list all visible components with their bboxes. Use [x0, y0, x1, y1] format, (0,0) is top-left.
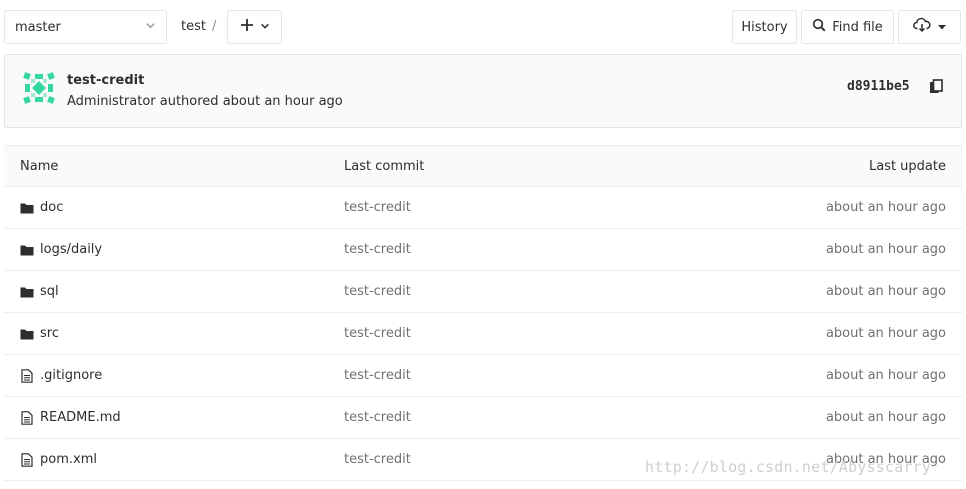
file-name-label: .gitignore	[40, 368, 103, 383]
table-row: doc test-credit about an hour ago	[4, 187, 962, 229]
caret-down-icon	[937, 20, 947, 35]
history-button[interactable]: History	[732, 10, 797, 44]
find-file-button[interactable]: Find file	[801, 10, 894, 44]
chevron-down-icon	[260, 20, 270, 35]
cloud-download-icon	[912, 17, 931, 37]
folder-icon	[20, 201, 34, 215]
avatar[interactable]	[22, 71, 56, 105]
last-commit-link[interactable]: test-credit	[344, 242, 411, 257]
file-name-label: pom.xml	[40, 452, 97, 467]
commit-author-meta: Administrator authored about an hour ago	[67, 94, 343, 109]
last-update-time: about an hour ago	[825, 368, 946, 383]
find-file-button-label: Find file	[832, 19, 883, 35]
breadcrumb-separator: /	[211, 19, 217, 34]
last-update-time: about an hour ago	[825, 242, 946, 257]
commit-sha-link[interactable]: d8911be5	[847, 79, 910, 94]
last-update-time: about an hour ago	[825, 284, 946, 299]
breadcrumb: test /	[181, 19, 216, 34]
last-commit-link[interactable]: test-credit	[344, 284, 411, 299]
repo-toolbar: master test / History Find file	[0, 0, 966, 54]
file-rows: doc test-credit about an hour ago logs/dail…	[4, 187, 962, 481]
history-button-label: History	[741, 19, 788, 35]
table-row: src test-credit about an hour ago	[4, 313, 962, 355]
file-name-link[interactable]: README.md	[20, 410, 121, 425]
file-name-label: doc	[40, 200, 64, 215]
last-update-time: about an hour ago	[825, 326, 946, 341]
header-name: Name	[20, 159, 59, 174]
file-name-label: logs/daily	[40, 242, 103, 257]
copy-sha-icon[interactable]	[929, 79, 945, 97]
breadcrumb-item-test[interactable]: test	[181, 19, 206, 34]
folder-icon	[20, 285, 34, 299]
file-icon	[20, 410, 34, 425]
add-menu-button[interactable]	[227, 10, 282, 44]
last-commit-link[interactable]: test-credit	[344, 326, 411, 341]
watermark-text: http://blog.csdn.net/Abysscarry	[645, 458, 932, 476]
header-last-update: Last update	[868, 159, 946, 174]
header-last-commit: Last commit	[344, 159, 425, 174]
file-icon	[20, 452, 34, 467]
file-name-link[interactable]: doc	[20, 200, 63, 215]
last-update-time: about an hour ago	[825, 410, 946, 425]
plus-icon	[240, 18, 254, 36]
last-commit-link[interactable]: test-credit	[344, 452, 411, 467]
last-commit-panel: test-credit Administrator authored about…	[4, 54, 962, 128]
commit-title-link[interactable]: test-credit	[67, 73, 144, 88]
file-icon	[20, 368, 34, 383]
file-name-link[interactable]: src	[20, 326, 59, 341]
file-name-link[interactable]: pom.xml	[20, 452, 97, 467]
branch-select-value: master	[15, 19, 61, 35]
last-update-time: about an hour ago	[825, 200, 946, 215]
table-row: README.md test-credit about an hour ago	[4, 397, 962, 439]
last-commit-link[interactable]: test-credit	[344, 410, 411, 425]
file-name-link[interactable]: logs/daily	[20, 242, 102, 257]
download-button[interactable]	[898, 10, 961, 44]
branch-select[interactable]: master	[4, 10, 167, 44]
file-name-label: sql	[40, 284, 59, 299]
table-header: Name Last commit Last update	[4, 145, 962, 187]
file-name-label: src	[40, 326, 59, 341]
last-commit-link[interactable]: test-credit	[344, 368, 411, 383]
table-row: .gitignore test-credit about an hour ago	[4, 355, 962, 397]
file-tree-table: Name Last commit Last update doc test-cre…	[4, 145, 962, 481]
chevron-down-icon	[145, 20, 156, 34]
folder-icon	[20, 243, 34, 257]
file-name-link[interactable]: .gitignore	[20, 368, 102, 383]
file-name-link[interactable]: sql	[20, 284, 59, 299]
folder-icon	[20, 327, 34, 341]
file-name-label: README.md	[40, 410, 121, 425]
table-row: sql test-credit about an hour ago	[4, 271, 962, 313]
last-commit-link[interactable]: test-credit	[344, 200, 411, 215]
search-icon	[812, 18, 826, 36]
table-row: logs/daily test-credit about an hour ago	[4, 229, 962, 271]
